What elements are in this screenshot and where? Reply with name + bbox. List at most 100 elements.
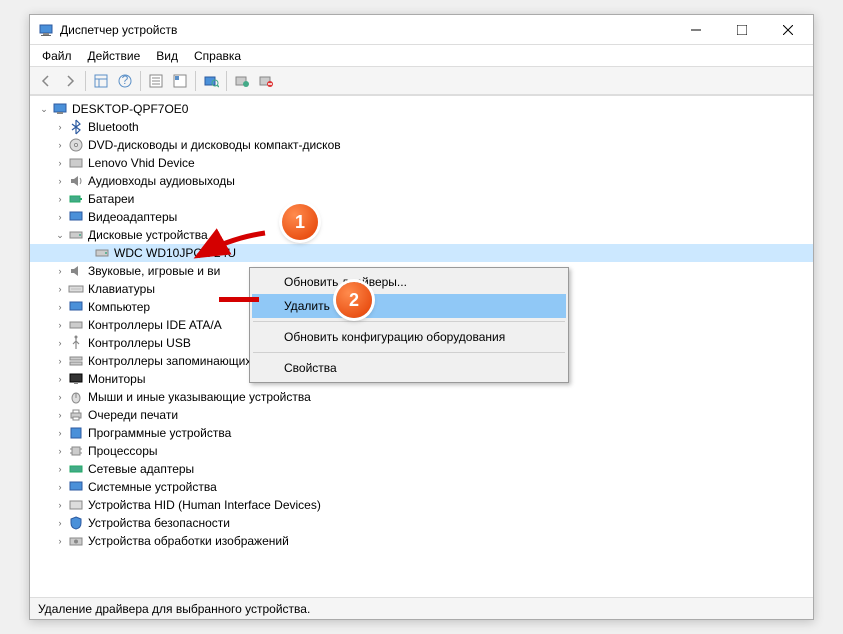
menu-file[interactable]: Файл [34, 47, 80, 65]
tree-label: Аудиовходы аудиовыходы [88, 174, 235, 188]
tree-item-security[interactable]: ›Устройства безопасности [30, 514, 813, 532]
tree-item-dvd[interactable]: › DVD-дисководы и дисководы компакт-диско… [30, 136, 813, 154]
network-icon [68, 461, 84, 477]
tree-item-software[interactable]: ›Программные устройства [30, 424, 813, 442]
chevron-right-icon[interactable]: › [54, 283, 66, 295]
tree-item-disk-wdc[interactable]: WDC WD10JPCX-24U [30, 244, 813, 262]
tree-label: DESKTOP-QPF7OE0 [72, 102, 188, 116]
chevron-right-icon[interactable]: › [54, 139, 66, 151]
menu-view[interactable]: Вид [148, 47, 186, 65]
tree-item-cpu[interactable]: › Процессоры [30, 442, 813, 460]
tree-label: Компьютер [88, 300, 150, 314]
app-icon [38, 22, 54, 38]
forward-button[interactable] [58, 69, 82, 93]
chevron-right-icon[interactable]: › [54, 409, 66, 421]
camera-icon [68, 533, 84, 549]
tree-label: Очереди печати [88, 408, 178, 422]
shield-icon [68, 515, 84, 531]
tree-label: Lenovo Vhid Device [88, 156, 195, 170]
close-button[interactable] [765, 16, 811, 44]
tree-item-mouse[interactable]: ›Мыши и иные указывающие устройства [30, 388, 813, 406]
toolbar-separator [140, 71, 141, 91]
toolbar-separator [226, 71, 227, 91]
chevron-right-icon[interactable]: › [54, 319, 66, 331]
tree-root[interactable]: ⌄ DESKTOP-QPF7OE0 [30, 100, 813, 118]
tree-item-audio[interactable]: › Аудиовходы аудиовыходы [30, 172, 813, 190]
enable-button[interactable] [230, 69, 254, 93]
chevron-right-icon[interactable]: › [54, 211, 66, 223]
chevron-right-icon[interactable]: › [54, 481, 66, 493]
tree-item-disk[interactable]: ⌄Дисковые устройства [30, 226, 813, 244]
chevron-right-icon[interactable]: › [54, 391, 66, 403]
cpu-icon [68, 443, 84, 459]
back-button[interactable] [34, 69, 58, 93]
show-hide-button[interactable] [89, 69, 113, 93]
tree-item-hid[interactable]: ›Устройства HID (Human Interface Devices… [30, 496, 813, 514]
chevron-right-icon[interactable]: › [54, 265, 66, 277]
sound-icon [68, 263, 84, 279]
drive-icon [68, 227, 84, 243]
badge-number: 1 [282, 204, 318, 240]
chevron-right-icon[interactable]: › [54, 517, 66, 529]
usb-icon [68, 335, 84, 351]
device-icon [68, 155, 84, 171]
tree-item-network[interactable]: ›Сетевые адаптеры [30, 460, 813, 478]
context-menu: Обновить драйверы... Удалить Обновить ко… [249, 267, 569, 383]
bluetooth-icon [68, 119, 84, 135]
tree-label: Клавиатуры [88, 282, 155, 296]
tree-label: Bluetooth [88, 120, 139, 134]
tree-item-video[interactable]: › Видеоадаптеры [30, 208, 813, 226]
minimize-button[interactable] [673, 16, 719, 44]
tree-label: Процессоры [88, 444, 158, 458]
tree-item-bluetooth[interactable]: › Bluetooth [30, 118, 813, 136]
tree-label: Батареи [88, 192, 134, 206]
properties-button[interactable] [144, 69, 168, 93]
update-button[interactable] [168, 69, 192, 93]
tree-item-system[interactable]: ›Системные устройства [30, 478, 813, 496]
uninstall-button[interactable] [254, 69, 278, 93]
annotation-arrow-1 [190, 228, 270, 268]
tree-item-battery[interactable]: › Батареи [30, 190, 813, 208]
context-separator [253, 352, 565, 353]
chevron-down-icon[interactable]: ⌄ [38, 103, 50, 115]
chevron-right-icon[interactable]: › [54, 463, 66, 475]
window-title: Диспетчер устройств [60, 23, 673, 37]
chevron-right-icon[interactable]: › [54, 301, 66, 313]
help-button[interactable]: ? [113, 69, 137, 93]
chevron-down-icon[interactable]: ⌄ [54, 229, 66, 241]
scan-button[interactable] [199, 69, 223, 93]
menu-help[interactable]: Справка [186, 47, 249, 65]
toolbar-separator [85, 71, 86, 91]
chevron-right-icon[interactable]: › [54, 355, 66, 367]
maximize-button[interactable] [719, 16, 765, 44]
context-separator [253, 321, 565, 322]
chevron-right-icon[interactable]: › [54, 445, 66, 457]
context-scan[interactable]: Обновить конфигурацию оборудования [252, 325, 566, 349]
audio-icon [68, 173, 84, 189]
chevron-right-icon[interactable]: › [54, 373, 66, 385]
chevron-right-icon[interactable]: › [54, 427, 66, 439]
tree-label: DVD-дисководы и дисководы компакт-дисков [88, 138, 341, 152]
status-text: Удаление драйвера для выбранного устройс… [38, 602, 310, 616]
statusbar: Удаление драйвера для выбранного устройс… [30, 597, 813, 619]
chevron-right-icon[interactable]: › [54, 499, 66, 511]
hid-icon [68, 497, 84, 513]
tree-item-print[interactable]: › Очереди печати [30, 406, 813, 424]
annotation-badge-1: 1 [282, 204, 318, 240]
chevron-right-icon[interactable]: › [54, 193, 66, 205]
tree-label: Видеоадаптеры [88, 210, 177, 224]
context-update-drivers[interactable]: Обновить драйверы... [252, 270, 566, 294]
tree-item-lenovo[interactable]: › Lenovo Vhid Device [30, 154, 813, 172]
toolbar: ? [30, 67, 813, 95]
context-properties[interactable]: Свойства [252, 356, 566, 380]
chevron-right-icon[interactable]: › [54, 157, 66, 169]
toolbar-separator [195, 71, 196, 91]
chevron-right-icon[interactable]: › [54, 337, 66, 349]
tree-label: Контроллеры IDE ATA/A [88, 318, 222, 332]
menu-action[interactable]: Действие [80, 47, 149, 65]
tree-item-imaging[interactable]: ›Устройства обработки изображений [30, 532, 813, 550]
context-delete[interactable]: Удалить [252, 294, 566, 318]
chevron-right-icon[interactable]: › [54, 121, 66, 133]
chevron-right-icon[interactable]: › [54, 535, 66, 547]
chevron-right-icon[interactable]: › [54, 175, 66, 187]
